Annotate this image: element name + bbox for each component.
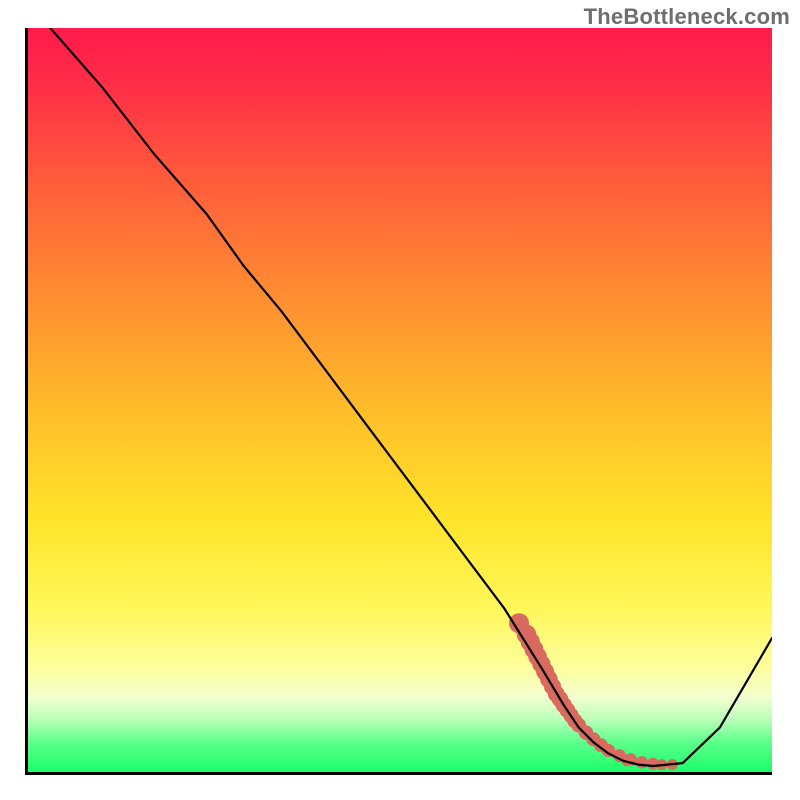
plot-area <box>28 28 772 772</box>
y-axis-line <box>25 28 28 775</box>
chart-container: TheBottleneck.com <box>0 0 800 800</box>
x-axis-line <box>28 772 772 775</box>
marker-band <box>509 613 678 770</box>
highlight-dot <box>636 756 648 768</box>
watermark-label: TheBottleneck.com <box>584 4 790 30</box>
chart-overlay <box>28 28 772 772</box>
curve-line <box>50 28 772 766</box>
